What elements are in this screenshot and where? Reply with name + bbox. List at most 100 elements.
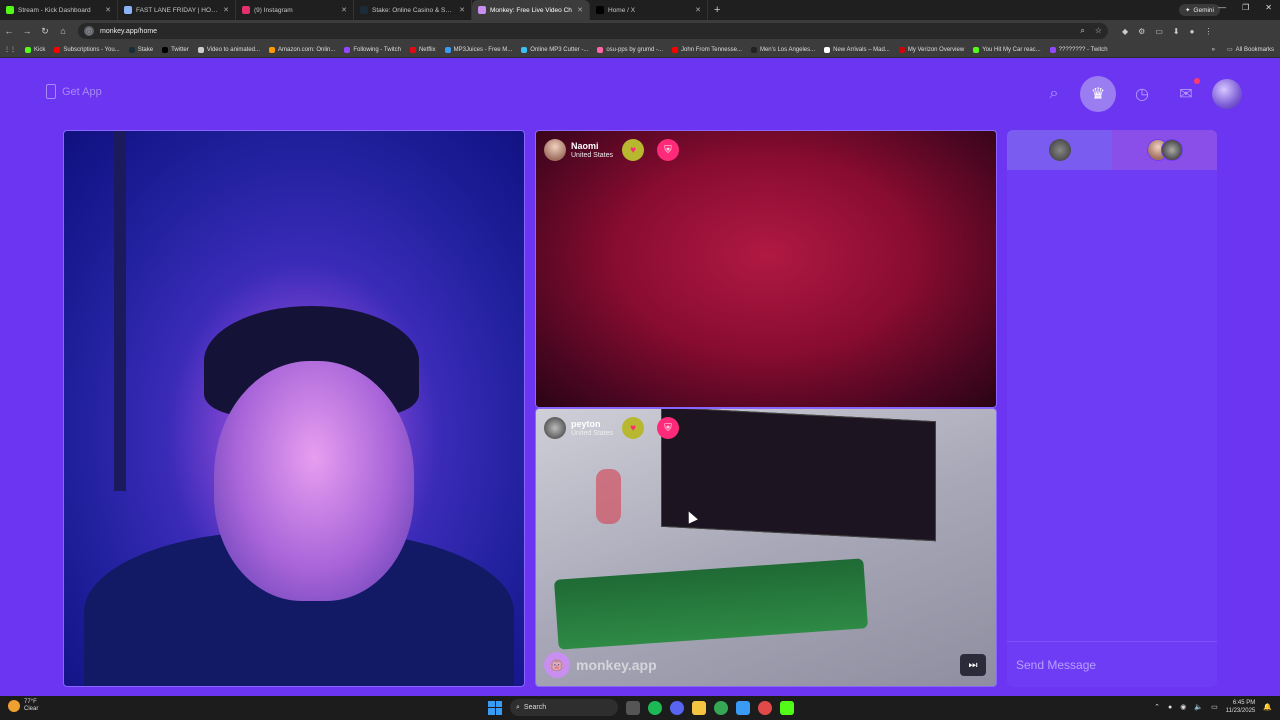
- bookmark-label: Men's Los Angeles...: [759, 46, 816, 53]
- puzzle-icon[interactable]: ⚙: [1138, 27, 1145, 36]
- bookmark-item[interactable]: Twitter: [162, 46, 189, 53]
- forward-button[interactable]: →: [18, 26, 36, 36]
- app-icon[interactable]: [758, 700, 772, 715]
- report-button[interactable]: ⛨: [657, 417, 680, 439]
- bookmark-item[interactable]: Subscriptions - You...: [54, 46, 120, 53]
- bookmark-label: Kick: [34, 46, 46, 53]
- bookmark-item[interactable]: You Hit My Car reac...: [973, 46, 1041, 53]
- report-button[interactable]: ⛨: [657, 139, 680, 161]
- browser-tab[interactable]: FAST LANE FRIDAY | HOMESTE ✕: [118, 0, 236, 20]
- photos-icon[interactable]: [736, 700, 750, 715]
- like-button[interactable]: ♥: [622, 417, 645, 439]
- gemini-button[interactable]: ✦ Gemini: [1178, 4, 1220, 16]
- file-explorer-icon[interactable]: [692, 700, 706, 715]
- close-tab-icon[interactable]: ✕: [695, 6, 701, 14]
- bookmark-item[interactable]: Stake: [128, 46, 154, 53]
- browser-tab[interactable]: Stream - Kick Dashboard ✕: [0, 0, 118, 20]
- close-tab-icon[interactable]: ✕: [223, 6, 229, 14]
- bookmark-item[interactable]: Amazon.com: Onlin...: [269, 46, 335, 53]
- download-icon[interactable]: ⬇: [1173, 27, 1180, 36]
- task-view-icon[interactable]: [626, 700, 640, 715]
- clock[interactable]: 6:45 PM 11/23/2025: [1226, 699, 1256, 715]
- tray-chevron-icon[interactable]: ⌃: [1154, 703, 1160, 711]
- discord-icon[interactable]: [670, 700, 684, 715]
- bookmark-item[interactable]: New Arrivals – Mad...: [824, 46, 890, 53]
- history-button[interactable]: ◷: [1124, 76, 1160, 112]
- extension-icon[interactable]: ◆: [1122, 27, 1128, 36]
- sidepanel-icon[interactable]: ▭: [1155, 27, 1163, 36]
- bookmark-item[interactable]: My Verizon Overview: [898, 46, 964, 53]
- bookmark-item[interactable]: John From Tennesse...: [672, 46, 742, 53]
- tray-app-icon[interactable]: ●: [1168, 704, 1172, 711]
- like-button[interactable]: ♥: [622, 139, 645, 161]
- start-button[interactable]: [488, 700, 502, 715]
- close-tab-icon[interactable]: ✕: [341, 6, 347, 14]
- favicon-icon: [750, 46, 757, 53]
- user-avatar: [544, 417, 566, 439]
- chat-tabs: [1007, 130, 1217, 170]
- restore-button[interactable]: ❐: [1242, 3, 1249, 12]
- favicon-icon: [521, 46, 528, 53]
- reload-button[interactable]: ↻: [36, 26, 54, 37]
- battery-icon[interactable]: ▭: [1211, 703, 1218, 711]
- user-badge[interactable]: peyton United States ♥ ⛨: [544, 417, 680, 439]
- minimize-button[interactable]: —: [1218, 3, 1226, 12]
- bookmark-item[interactable]: Netflix: [409, 46, 436, 53]
- browser-tab[interactable]: (9) Instagram ✕: [236, 0, 354, 20]
- chrome-icon[interactable]: [714, 700, 728, 715]
- zoom-icon[interactable]: ⌕: [1080, 26, 1084, 36]
- tab-strip: Stream - Kick Dashboard ✕ FAST LANE FRIDAY…: [0, 0, 708, 20]
- favicon-icon: [269, 46, 275, 53]
- bookmark-item[interactable]: MP3Juices - Free M...: [444, 46, 512, 53]
- browser-tab[interactable]: Stake: Online Casino & Sports ✕: [354, 0, 472, 20]
- kick-icon[interactable]: [780, 700, 794, 715]
- favicon-icon: [1049, 46, 1056, 53]
- skip-button[interactable]: ⏭: [960, 654, 986, 676]
- chat-tab-user[interactable]: [1007, 130, 1112, 170]
- send-message-input[interactable]: Send Message: [1007, 641, 1217, 687]
- bookmark-label: John From Tennesse...: [681, 46, 742, 53]
- volume-icon[interactable]: 🔈: [1194, 703, 1203, 711]
- home-button[interactable]: ⌂: [54, 26, 72, 36]
- user-badge[interactable]: Naomi United States ♥ ⛨: [544, 139, 680, 161]
- network-icon[interactable]: ◉: [1180, 703, 1186, 711]
- spotify-icon[interactable]: [648, 700, 662, 715]
- apps-icon[interactable]: ⋮⋮: [4, 46, 16, 53]
- chat-tab-group[interactable]: [1112, 130, 1217, 170]
- bookmark-item[interactable]: Following - Twitch: [344, 46, 401, 53]
- bookmark-item[interactable]: Men's Los Angeles...: [750, 46, 816, 53]
- address-bar[interactable]: ⓘ monkey.app/home ⌕ ☆: [78, 23, 1108, 39]
- bookmark-label: Stake: [137, 46, 154, 53]
- notifications-icon[interactable]: 🔔: [1263, 703, 1272, 711]
- bookmark-item[interactable]: ???????? - Twitch: [1049, 46, 1108, 53]
- taskbar-search[interactable]: ⌕ Search: [510, 699, 618, 716]
- new-tab-button[interactable]: +: [714, 4, 720, 16]
- premium-button[interactable]: ♛: [1080, 76, 1116, 112]
- bookmark-star-icon[interactable]: ☆: [1095, 26, 1102, 36]
- messages-button[interactable]: ✉: [1168, 76, 1204, 112]
- all-bookmarks-button[interactable]: ▭ All Bookmarks: [1227, 46, 1274, 54]
- close-window-button[interactable]: ✕: [1265, 3, 1272, 12]
- browser-tab-bar: Stream - Kick Dashboard ✕ FAST LANE FRIDAY…: [0, 0, 1280, 20]
- site-info-icon[interactable]: ⓘ: [84, 26, 94, 36]
- search-button[interactable]: ⌕: [1036, 76, 1072, 112]
- get-app-button[interactable]: Get App: [46, 84, 102, 99]
- close-tab-icon[interactable]: ✕: [105, 6, 111, 14]
- weather-temp: 77°F: [24, 699, 37, 705]
- bookmark-item[interactable]: Kick: [25, 46, 46, 53]
- browser-tab[interactable]: Home / X ✕: [590, 0, 708, 20]
- profile-avatar[interactable]: [1212, 79, 1242, 109]
- bookmark-item[interactable]: Video to animated...: [197, 46, 260, 53]
- close-tab-icon[interactable]: ✕: [459, 6, 465, 14]
- more-bookmarks-icon[interactable]: »: [1212, 47, 1215, 53]
- bookmark-label: Subscriptions - You...: [63, 46, 120, 53]
- bookmark-item[interactable]: Online MP3 Cutter -...: [521, 46, 588, 53]
- menu-icon[interactable]: ⋮: [1204, 27, 1212, 36]
- bookmark-item[interactable]: osu-pps by grumd -...: [597, 46, 663, 53]
- weather-widget[interactable]: 77°F Clear: [8, 699, 38, 713]
- browser-tab[interactable]: Monkey: Free Live Video Ch ✕: [472, 0, 590, 20]
- close-tab-icon[interactable]: ✕: [577, 6, 583, 14]
- back-button[interactable]: ←: [0, 26, 18, 36]
- profile-icon[interactable]: ●: [1190, 27, 1195, 36]
- favicon-icon: [597, 46, 604, 53]
